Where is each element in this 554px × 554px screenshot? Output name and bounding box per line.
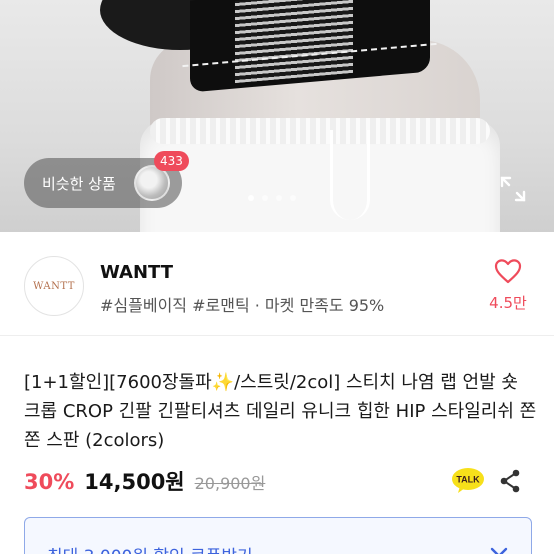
coupon-download-button[interactable]: 최대 3,000원 할인 쿠폰받기 — [24, 517, 532, 554]
shop-logo[interactable]: WANTT — [24, 256, 84, 316]
shop-tags: #심플베이직 #로맨틱 · 마켓 만족도 95% — [100, 296, 385, 315]
price-row: 30% 14,500원 20,900원 — [24, 466, 265, 500]
discount-rate: 30% — [24, 470, 75, 494]
talk-icon[interactable]: TALK — [451, 467, 485, 495]
product-photo-drawstring — [330, 130, 370, 220]
expand-icon[interactable] — [499, 175, 527, 203]
similar-products-count-badge: 433 — [154, 151, 189, 171]
similar-products-label: 비슷한 상품 — [42, 174, 116, 193]
original-price: 20,900원 — [194, 474, 266, 493]
chevron-down-icon — [490, 547, 508, 554]
svg-text:TALK: TALK — [456, 475, 480, 485]
heart-icon[interactable] — [494, 258, 522, 284]
gallery-pagination — [248, 195, 296, 201]
share-icon[interactable] — [499, 469, 521, 493]
product-title: [1+1할인][7600장돌파✨/스트릿/2col] 스티치 나염 랩 언발 숏… — [24, 372, 537, 451]
shop-name[interactable]: WANTT — [100, 262, 173, 283]
shop-logo-text: WANTT — [33, 280, 75, 292]
gallery-dot[interactable] — [276, 195, 282, 201]
gallery-dot[interactable] — [262, 195, 268, 201]
shop-info-row[interactable]: WANTT WANTT #심플베이직 #로맨틱 · 마켓 만족도 95% 4.5… — [0, 232, 554, 336]
sale-price: 14,500원 — [84, 470, 185, 494]
product-photo-waistband — [150, 118, 490, 144]
coupon-label: 최대 3,000원 할인 쿠폰받기 — [47, 542, 253, 554]
product-photo-shirt-print — [235, 0, 353, 84]
gallery-dot[interactable] — [248, 195, 254, 201]
gallery-dot[interactable] — [290, 195, 296, 201]
like-count: 4.5만 — [489, 294, 527, 312]
